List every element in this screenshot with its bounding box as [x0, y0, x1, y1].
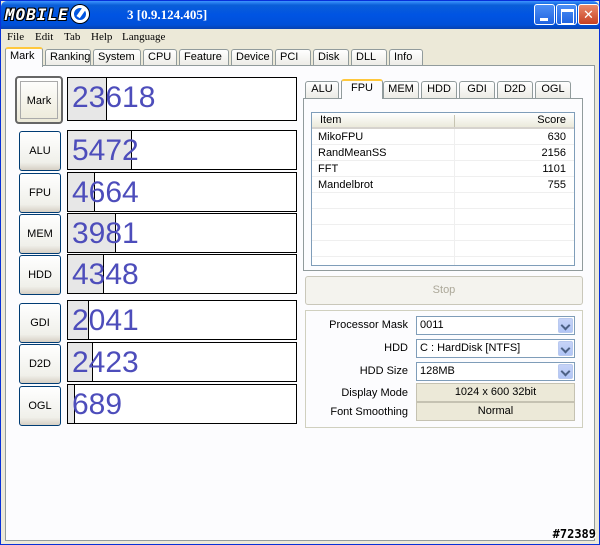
tab-device[interactable]: Device [231, 49, 273, 66]
mem-button[interactable]: MEM [19, 214, 61, 254]
column-separator[interactable] [454, 115, 455, 127]
mark-button-label: Mark [20, 81, 58, 119]
tab-feature[interactable]: Feature [179, 49, 229, 66]
logo-text: MOBILE [5, 4, 69, 24]
watermark-text: #72389 [552, 527, 596, 541]
subtab-mem[interactable]: MEM [383, 81, 419, 98]
chevron-down-icon[interactable] [558, 318, 573, 333]
list-item[interactable]: FFT 1101 [312, 162, 574, 177]
ogl-button[interactable]: OGL [19, 386, 61, 426]
hdd-select[interactable]: C : HardDisk [NTFS] [416, 339, 575, 358]
alu-score-box: 5472 [67, 130, 297, 170]
tab-ranking[interactable]: Ranking [45, 49, 91, 66]
tab-info[interactable]: Info [389, 49, 423, 66]
tab-mark[interactable]: Mark [5, 47, 43, 67]
subtab-d2d[interactable]: D2D [497, 81, 533, 98]
mem-score-value: 3981 [72, 217, 139, 250]
list-item-empty [312, 226, 574, 241]
font-smoothing-label: Font Smoothing [330, 406, 408, 418]
list-item-score: 2156 [541, 147, 566, 159]
gdi-score-box: 2041 [67, 300, 297, 340]
tab-cpu[interactable]: CPU [143, 49, 177, 66]
display-mode-value: 1024 x 600 32bit [416, 383, 575, 402]
hdd-button[interactable]: HDD [19, 255, 61, 295]
mark-score-box: 23618 [67, 77, 297, 121]
list-item-name: RandMeanSS [318, 147, 387, 159]
logo-ring-icon [70, 5, 89, 23]
hdd-score-box: 4348 [67, 254, 297, 294]
list-header: Item Score [312, 113, 574, 129]
menu-bar: File Edit Tab Help Language [1, 29, 599, 46]
fpu-button[interactable]: FPU [19, 173, 61, 213]
list-item-name: MikoFPU [318, 131, 364, 143]
subtab-gdi[interactable]: GDI [459, 81, 495, 98]
main-tab-strip: Mark Ranking System CPU Feature Device P… [5, 47, 595, 67]
list-item-score: 755 [547, 179, 566, 191]
list-item-empty [312, 210, 574, 225]
gdi-button[interactable]: GDI [19, 303, 61, 343]
list-item-score: 630 [547, 131, 566, 143]
minimize-button[interactable] [534, 4, 555, 25]
benchmark-subtab-strip: ALU FPU MEM HDD GDI D2D OGL [303, 79, 583, 99]
menu-file[interactable]: File [7, 31, 24, 43]
list-item-name: FFT [318, 163, 339, 175]
mem-score-box: 3981 [67, 213, 297, 253]
settings-panel: Processor Mask 0011 HDD C : HardDisk [NT… [305, 310, 583, 428]
stop-button[interactable]: Stop [305, 276, 583, 305]
list-item-empty [312, 194, 574, 209]
menu-help[interactable]: Help [91, 31, 112, 43]
menu-tab[interactable]: Tab [64, 31, 80, 43]
hdd-size-value: 128MB [420, 365, 455, 377]
app-window: MOBILE 3 [0.9.124.405] ✕ File Edit Tab H… [0, 0, 600, 545]
subtab-hdd[interactable]: HDD [421, 81, 457, 98]
subtab-ogl[interactable]: OGL [535, 81, 571, 98]
maximize-button[interactable] [556, 4, 577, 25]
chevron-down-icon[interactable] [558, 364, 573, 379]
menu-edit[interactable]: Edit [35, 31, 53, 43]
hdd-score-value: 4348 [72, 258, 139, 291]
ogl-score-value: 689 [72, 388, 123, 421]
font-smoothing-value: Normal [416, 402, 575, 421]
d2d-button[interactable]: D2D [19, 344, 61, 384]
d2d-score-box: 2423 [67, 342, 297, 382]
tab-dll[interactable]: DLL [351, 49, 387, 66]
list-item[interactable]: RandMeanSS 2156 [312, 146, 574, 161]
processor-mask-label: Processor Mask [329, 319, 408, 331]
alu-button[interactable]: ALU [19, 131, 61, 171]
tab-disk[interactable]: Disk [313, 49, 349, 66]
processor-mask-select[interactable]: 0011 [416, 316, 575, 335]
processor-mask-value: 0011 [420, 319, 444, 331]
subtab-alu[interactable]: ALU [305, 81, 339, 98]
alu-score-value: 5472 [72, 134, 139, 167]
hdd-size-label: HDD Size [359, 365, 408, 377]
close-button[interactable]: ✕ [578, 4, 599, 25]
gdi-score-value: 2041 [72, 304, 139, 337]
d2d-score-value: 2423 [72, 346, 139, 379]
chevron-down-icon[interactable] [558, 341, 573, 356]
title-bar[interactable]: MOBILE 3 [0.9.124.405] ✕ [1, 1, 599, 29]
fpu-results-list[interactable]: Item Score MikoFPU 630 RandMeanSS 2156 F… [311, 112, 575, 266]
list-item-empty [312, 242, 574, 257]
window-title: 3 [0.9.124.405] [127, 7, 208, 22]
mark-score-value: 23618 [72, 81, 156, 114]
tab-pci[interactable]: PCI [275, 49, 311, 66]
hdd-value: C : HardDisk [NTFS] [420, 342, 521, 354]
list-item-name: Mandelbrot [318, 179, 374, 191]
hdd-label: HDD [384, 342, 408, 354]
subtab-fpu[interactable]: FPU [341, 79, 383, 99]
column-header-score[interactable]: Score [537, 114, 566, 126]
list-item[interactable]: Mandelbrot 755 [312, 178, 574, 193]
column-header-item[interactable]: Item [320, 114, 341, 126]
app-logo: MOBILE [5, 4, 89, 24]
hdd-size-select[interactable]: 128MB [416, 362, 575, 381]
ogl-score-box: 689 [67, 384, 297, 424]
mark-button[interactable]: Mark [15, 76, 63, 124]
list-item-score: 1101 [542, 163, 566, 175]
menu-language[interactable]: Language [122, 31, 165, 43]
fpu-score-box: 4664 [67, 172, 297, 212]
list-item[interactable]: MikoFPU 630 [312, 130, 574, 145]
display-mode-label: Display Mode [341, 387, 408, 399]
fpu-score-value: 4664 [72, 176, 139, 209]
tab-system[interactable]: System [93, 49, 141, 66]
